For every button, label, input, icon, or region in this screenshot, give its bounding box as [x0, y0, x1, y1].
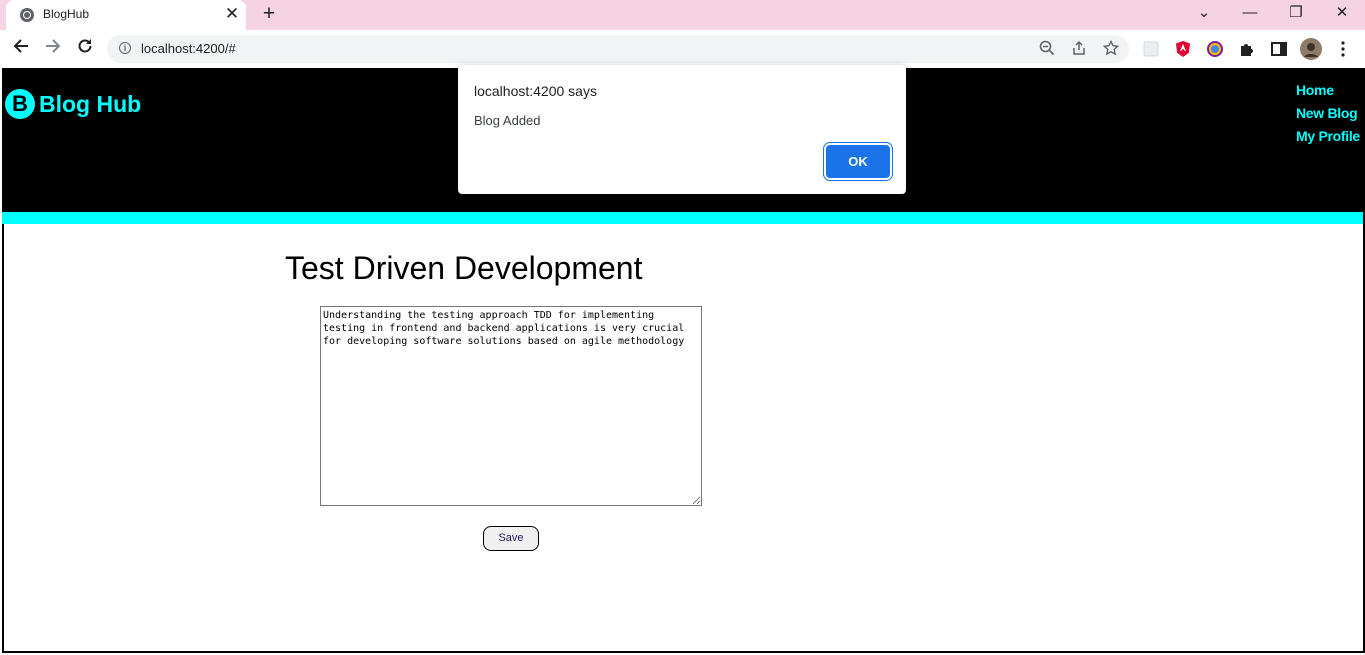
dialog-message: Blog Added — [474, 113, 541, 128]
browser-tab[interactable]: BlogHub ✕ — [6, 0, 246, 30]
blog-title[interactable]: Test Driven Development — [285, 250, 642, 287]
restore-button[interactable]: ❐ — [1281, 2, 1311, 26]
address-bar[interactable]: i localhost:4200/# — [107, 35, 1129, 63]
extensions-puzzle-icon[interactable] — [1238, 40, 1256, 58]
tab-search-chevron-icon[interactable]: ⌄ — [1189, 2, 1219, 26]
profile-avatar[interactable] — [1300, 38, 1322, 60]
dialog-title: localhost:4200 says — [474, 83, 597, 99]
alert-dialog: localhost:4200 says Blog Added OK — [458, 65, 906, 194]
browser-toolbar: i localhost:4200/# — [0, 30, 1365, 68]
site-logo[interactable]: B Blog Hub — [5, 88, 141, 120]
nav-my-profile-link[interactable]: My Profile — [1296, 125, 1360, 148]
angular-devtools-icon[interactable] — [1174, 40, 1192, 58]
back-arrow-icon[interactable] — [9, 37, 33, 61]
zoom-icon[interactable] — [1038, 40, 1056, 58]
logo-b-icon: B — [5, 89, 35, 119]
minimize-button[interactable]: — — [1235, 2, 1265, 26]
blog-body-textarea[interactable]: Understanding the testing approach TDD f… — [320, 306, 702, 506]
close-window-button[interactable]: ✕ — [1327, 2, 1357, 26]
share-icon[interactable] — [1070, 40, 1088, 58]
logo-text: Blog Hub — [39, 90, 142, 117]
nav-home-link[interactable]: Home — [1296, 79, 1360, 102]
site-info-icon[interactable]: i — [119, 42, 131, 54]
header-accent-bar — [2, 212, 1363, 224]
extension-icon[interactable] — [1142, 40, 1160, 58]
url-text[interactable]: localhost:4200/# — [141, 41, 236, 56]
new-tab-button[interactable]: + — [257, 3, 281, 27]
tab-title: BlogHub — [43, 7, 90, 21]
nav-new-blog-link[interactable]: New Blog — [1296, 102, 1360, 125]
tab-strip: BlogHub ✕ + ⌄ — ❐ ✕ — [0, 0, 1365, 30]
save-button[interactable]: Save — [483, 526, 539, 551]
forward-arrow-icon[interactable] — [41, 37, 65, 61]
bookmark-star-icon[interactable] — [1102, 39, 1120, 58]
site-nav: Home New Blog My Profile — [1296, 79, 1360, 148]
reload-icon[interactable] — [73, 37, 97, 61]
side-panel-icon[interactable] — [1270, 40, 1288, 58]
globe-icon — [20, 8, 34, 22]
browser-menu-icon[interactable] — [1334, 40, 1352, 58]
ok-button[interactable]: OK — [826, 145, 890, 178]
color-picker-extension-icon[interactable] — [1206, 40, 1224, 58]
close-tab-icon[interactable]: ✕ — [222, 4, 242, 24]
